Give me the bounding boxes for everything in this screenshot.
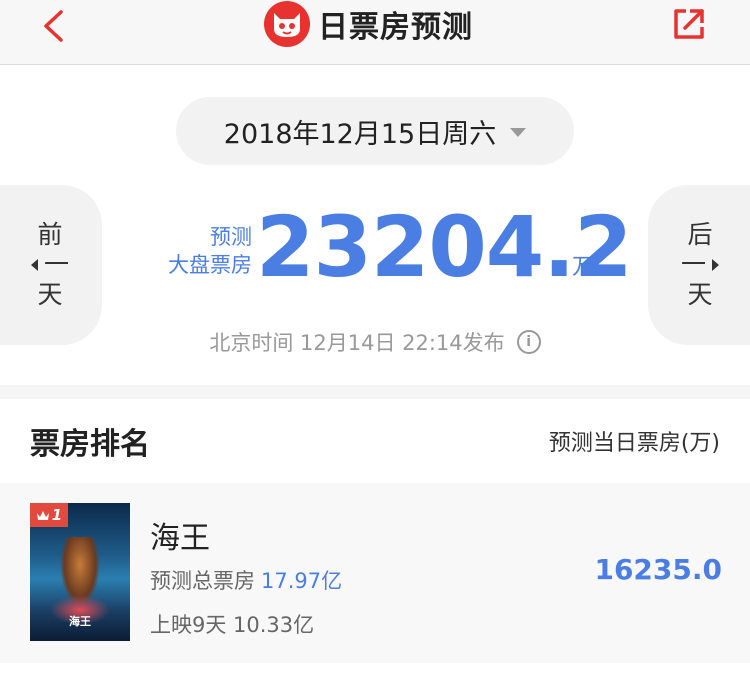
maoyan-cat-logo-icon — [264, 1, 310, 47]
previous-day-button[interactable]: 前 一 天 — [0, 185, 102, 345]
title-group: 日票房预测 — [264, 1, 473, 47]
back-arrow-icon — [44, 10, 63, 42]
next-day-label-char: 一 — [680, 250, 706, 279]
movie-title: 海王 — [150, 521, 210, 556]
rank-number: 1 — [51, 506, 63, 524]
left-arrow-icon — [30, 259, 38, 271]
movie-total-forecast: 预测总票房 17.97亿 — [150, 565, 342, 595]
page-title: 日票房预测 — [318, 10, 473, 45]
movie-release-info: 上映9天 10.33亿 — [150, 613, 315, 637]
forecast-card: 2018年12月15日周六 前 一 天 后 一 天 预测 大盘票房 23204.… — [0, 65, 750, 385]
poster-title: 海王 — [69, 615, 91, 628]
publish-info: 北京时间 12月14日 22:14发布 i — [0, 327, 750, 357]
next-day-label-char: 天 — [687, 280, 713, 309]
crown-icon — [36, 510, 49, 520]
info-icon[interactable]: i — [516, 330, 541, 354]
ranking-column-label: 预测当日票房(万) — [548, 431, 720, 456]
right-arrow-icon — [712, 259, 719, 271]
dropdown-caret-icon — [510, 128, 527, 137]
movie-total-label: 预测总票房 — [150, 569, 255, 593]
forecast-label: 预测 大盘票房 — [148, 223, 252, 279]
back-button[interactable] — [30, 6, 78, 46]
prev-day-label-char: 前 — [37, 220, 63, 249]
forecast-label-line2: 大盘票房 — [168, 253, 252, 277]
movie-total-value: 17.97亿 — [261, 569, 343, 593]
forecast-label-line1: 预测 — [210, 225, 252, 249]
next-day-button[interactable]: 后 一 天 — [648, 185, 750, 345]
rank-badge: 1 — [30, 503, 68, 527]
forecast-total-value: 23204.2 — [256, 198, 633, 296]
publish-time: 北京时间 12月14日 22:14发布 — [209, 331, 505, 355]
share-external-icon — [674, 9, 704, 39]
prev-day-label-char: 天 — [37, 280, 63, 309]
movie-poster[interactable]: 海王 1 — [30, 503, 130, 641]
prev-day-label-char: 一 — [43, 250, 69, 279]
ranking-header: 票房排名 预测当日票房(万) — [0, 399, 750, 481]
ranking-title: 票房排名 — [30, 427, 150, 462]
box-office-ranking: 票房排名 预测当日票房(万) 海王 1 海王 预测总票房 17.97亿 上映9天 … — [0, 399, 750, 680]
movie-daily-forecast: 16235.0 — [594, 553, 722, 586]
selected-date: 2018年12月15日周六 — [223, 118, 497, 150]
date-selector[interactable]: 2018年12月15日周六 — [176, 97, 574, 165]
forecast-unit: 万 — [572, 255, 595, 280]
share-button[interactable] — [668, 3, 710, 45]
top-nav-bar: 日票房预测 — [0, 0, 750, 65]
page: 日票房预测 2018年12月15日周六 前 一 天 后 一 天 预测 大盘票房 … — [0, 0, 750, 680]
next-day-label-char: 后 — [687, 220, 713, 249]
movie-row[interactable]: 海王 1 海王 预测总票房 17.97亿 上映9天 10.33亿 16235.0 — [0, 483, 750, 663]
